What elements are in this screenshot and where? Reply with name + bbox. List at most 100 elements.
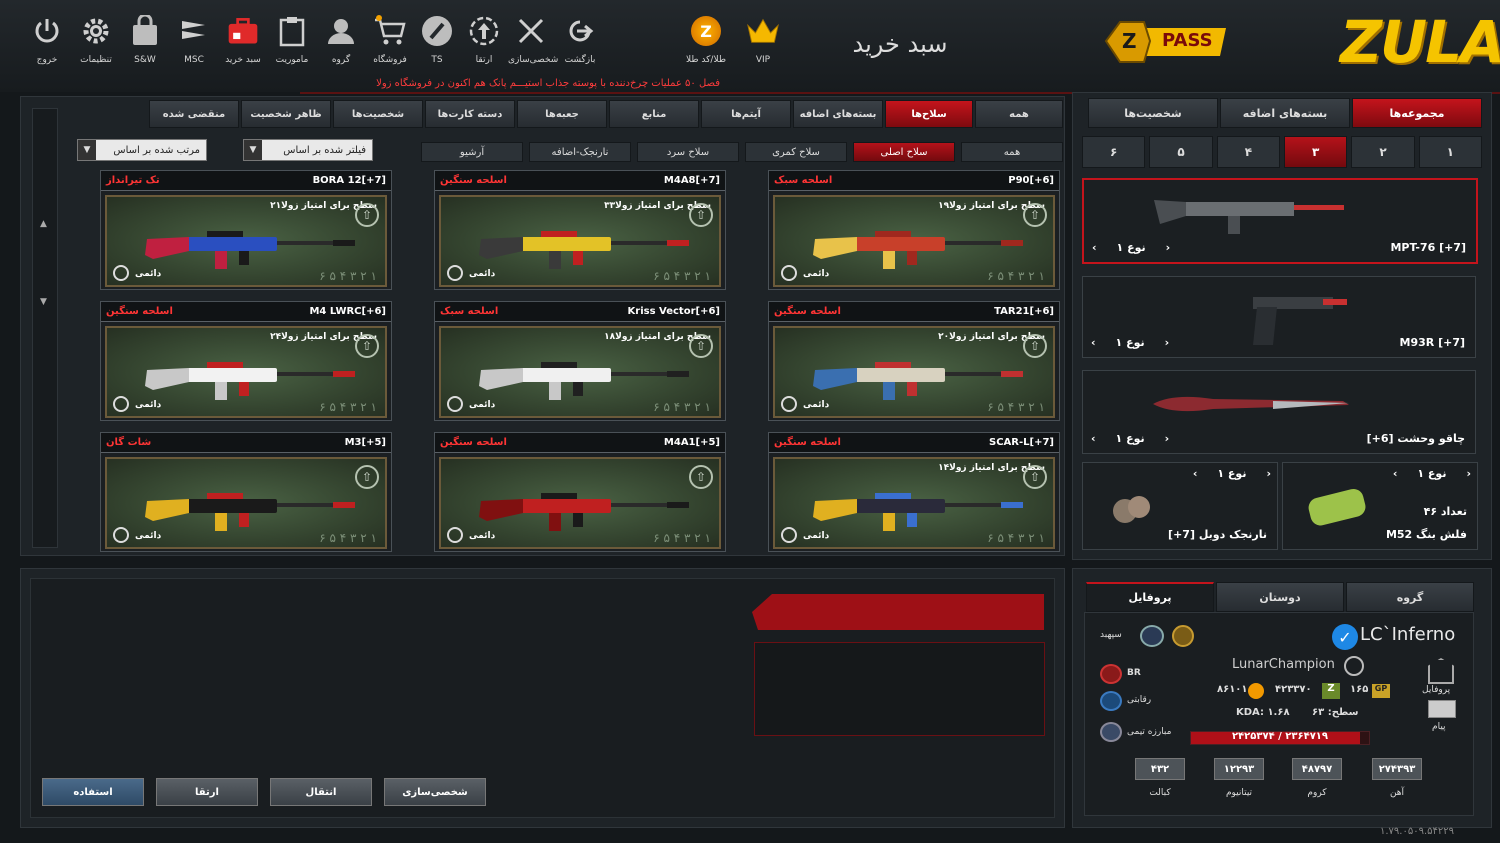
weapon-card[interactable]: تک تیرانداز BORA 12[+7] سطح برای امتیاز زو… — [100, 170, 392, 290]
action-button-0[interactable]: شخصی‌سازی — [384, 778, 486, 806]
message-icon[interactable] — [1428, 700, 1456, 718]
weapon-card[interactable]: اسلحه سنگین TAR21[+6] سطح برای امتیاز زولا… — [768, 301, 1060, 421]
clan-name[interactable]: LunarChampion — [1232, 657, 1335, 672]
toolbar-item-clipboard[interactable]: ماموریت — [269, 14, 315, 65]
toolbar-item-gear[interactable]: تنظیمات — [73, 14, 119, 65]
collection-num-2[interactable]: ۳ — [1284, 136, 1348, 168]
collection-num-1[interactable]: ۲ — [1351, 136, 1415, 168]
chevron-left-icon[interactable]: ‹ — [1193, 467, 1198, 480]
gold-button[interactable]: Z طلا/کد طلا — [683, 14, 729, 65]
toolbar-item-msc[interactable]: MSC — [171, 14, 217, 65]
item-type-selector[interactable]: ‹ نوع ۱ › — [1193, 467, 1271, 480]
collection-tab-2[interactable]: شخصیت‌ها — [1088, 98, 1218, 128]
scroll-up-icon[interactable]: ▲ — [40, 219, 47, 229]
chevron-down-icon: ▼ — [244, 140, 262, 160]
collection-small-item[interactable]: ‹ نوع ۱ › تعداد ۴۶ M52 فلش بنگ — [1282, 462, 1478, 550]
subtab-3[interactable]: سلاح سرد — [637, 142, 739, 162]
tab-2[interactable]: بسته‌های اضافه — [793, 100, 883, 128]
tab-0[interactable]: همه — [975, 100, 1063, 128]
toolbar-item-tools[interactable]: شخصی‌سازی — [508, 14, 559, 65]
toolbar-item-cart-case[interactable]: سبد خرید — [220, 14, 266, 65]
toolbar-item-upgrade[interactable]: ارتقا — [461, 14, 507, 65]
collection-item[interactable]: MPT-76 [+7] ‹ نوع ۱ › — [1082, 178, 1478, 264]
permanent-label: دائمی — [803, 531, 830, 541]
collection-item[interactable]: [+6] چاقو وحشت ‹ نوع ۱ › — [1082, 370, 1476, 454]
action-button-2[interactable]: ارتقا — [156, 778, 258, 806]
weapon-card[interactable]: اسلحه سنگین M4A8[+7] سطح برای امتیاز زولا۳… — [434, 170, 726, 290]
chevron-right-icon[interactable]: › — [1165, 432, 1170, 445]
toolbar-item-back[interactable]: بازگشت — [557, 14, 603, 65]
notice-banner[interactable]: فصل ۵۰ عملیات چرخ‌دننده با پوسته جذاب اس… — [300, 78, 720, 89]
weapon-card[interactable]: اسلحه سبک Kriss Vector[+6] سطح برای امتیاز… — [434, 301, 726, 421]
weapon-card[interactable]: اسلحه سنگین SCAR-L[+7] سطح برای امتیاز زول… — [768, 432, 1060, 552]
item-type-selector[interactable]: ‹ نوع ۱ › — [1092, 241, 1170, 254]
item-type-selector[interactable]: ‹ نوع ۱ › — [1091, 336, 1169, 349]
subtab-5[interactable]: آرشیو — [421, 142, 523, 162]
weapon-card[interactable]: اسلحه سبک P90[+6] سطح برای امتیاز زولا۱۹ ⇧ ۶… — [768, 170, 1060, 290]
toolbar-item-bag[interactable]: S&W — [122, 14, 168, 65]
profile-tab-0[interactable]: گروه — [1346, 582, 1474, 612]
chevron-right-icon[interactable]: › — [1166, 241, 1171, 254]
action-button-3[interactable]: استفاده — [42, 778, 144, 806]
sort-dropdown[interactable]: مرتب شده بر اساس ▼ — [77, 139, 207, 161]
subtab-2[interactable]: سلاح کمری — [745, 142, 847, 162]
tab-4[interactable]: منابع — [609, 100, 699, 128]
tab-6[interactable]: دسته کارت‌ها — [425, 100, 515, 128]
message-link[interactable]: پیام — [1432, 722, 1446, 732]
profile-link[interactable]: پروفایل — [1422, 685, 1450, 695]
weapon-name: Kriss Vector[+6] — [627, 306, 720, 317]
weapon-category: تک تیرانداز — [106, 175, 160, 186]
chevron-right-icon[interactable]: › — [1466, 467, 1471, 480]
toolbar-item-label: شخصی‌سازی — [508, 55, 559, 65]
chevron-left-icon[interactable]: ‹ — [1393, 467, 1398, 480]
scrollbar[interactable]: ▲ ▼ — [32, 108, 58, 548]
collection-item[interactable]: M93R [+7] ‹ نوع ۱ › — [1082, 276, 1476, 358]
tab-7[interactable]: شخصیت‌ها — [333, 100, 423, 128]
collection-tab-1[interactable]: بسته‌های اضافه — [1220, 98, 1350, 128]
upgrade-badge-icon: ⇧ — [355, 465, 379, 489]
action-button-1[interactable]: انتقال — [270, 778, 372, 806]
collection-num-4[interactable]: ۵ — [1149, 136, 1213, 168]
subtab-1[interactable]: سلاح اصلی — [853, 142, 955, 162]
chevron-left-icon[interactable]: ‹ — [1091, 336, 1096, 349]
weapon-image — [137, 358, 357, 402]
tab-3[interactable]: آیتم‌ها — [701, 100, 791, 128]
filter-dropdown[interactable]: فیلتر شده بر اساس ▼ — [243, 139, 373, 161]
subtab-0[interactable]: همه — [961, 142, 1063, 162]
collection-num-3[interactable]: ۴ — [1216, 136, 1281, 168]
weapon-card[interactable]: اسلحه سنگین M4A1[+5] ⇧ ۶ ۵ ۴ ۳ ۲ ۱ دائمی — [434, 432, 726, 552]
weapon-card-header: اسلحه سنگین M4A1[+5] — [435, 433, 725, 453]
pass-button[interactable]: Z PASS — [1100, 16, 1230, 66]
toolbar-item-group[interactable]: گروه — [318, 14, 364, 65]
weapon-card[interactable]: اسلحه سنگین M4 LWRC[+6] سطح برای امتیاز زو… — [100, 301, 392, 421]
weapon-preview: سطح برای امتیاز زولا۱۹ ⇧ ۶ ۵ ۴ ۳ ۲ ۱ دائمی — [773, 195, 1055, 287]
collection-num-0[interactable]: ۱ — [1418, 136, 1482, 168]
item-type-selector[interactable]: ‹ نوع ۱ › — [1091, 432, 1169, 445]
tab-5[interactable]: جعبه‌ها — [517, 100, 607, 128]
chevron-left-icon[interactable]: ‹ — [1091, 432, 1096, 445]
weapon-card-header: اسلحه سنگین M4 LWRC[+6] — [101, 302, 391, 322]
weapon-card[interactable]: شات گان M3[+5] ⇧ ۶ ۵ ۴ ۳ ۲ ۱ دائمی — [100, 432, 392, 552]
collection-num-5[interactable]: ۶ — [1082, 136, 1146, 168]
weapon-image — [137, 227, 357, 271]
scroll-down-icon[interactable]: ▼ — [40, 297, 47, 307]
toolbar-item-power[interactable]: خروج — [24, 14, 70, 65]
collection-small-item[interactable]: ‹ نوع ۱ › [+7] نارنجک دوبل — [1082, 462, 1278, 550]
subtab-4[interactable]: نارنجک-اضافه — [529, 142, 631, 162]
upgrade-badge-icon: ⇧ — [689, 465, 713, 489]
collection-tab-0[interactable]: مجموعه‌ها — [1352, 98, 1482, 128]
vip-button[interactable]: VIP — [740, 14, 786, 65]
chevron-left-icon[interactable]: ‹ — [1092, 241, 1097, 254]
chevron-down-icon: ▼ — [78, 140, 96, 160]
tab-9[interactable]: منقضی شده — [149, 100, 239, 128]
chevron-right-icon[interactable]: › — [1165, 336, 1170, 349]
tab-8[interactable]: ظاهر شخصیت — [241, 100, 331, 128]
item-type-selector[interactable]: ‹ نوع ۱ › — [1393, 467, 1471, 480]
tools-icon — [514, 14, 548, 48]
profile-tab-1[interactable]: دوستان — [1216, 582, 1344, 612]
profile-tab-2[interactable]: پروفایل — [1086, 582, 1214, 612]
tab-1[interactable]: سلاح‌ها — [885, 100, 973, 128]
chevron-right-icon[interactable]: › — [1266, 467, 1271, 480]
toolbar-item-shop-cart[interactable]: فروشگاه — [367, 14, 413, 65]
toolbar-item-teamspeak[interactable]: TS — [414, 14, 460, 65]
